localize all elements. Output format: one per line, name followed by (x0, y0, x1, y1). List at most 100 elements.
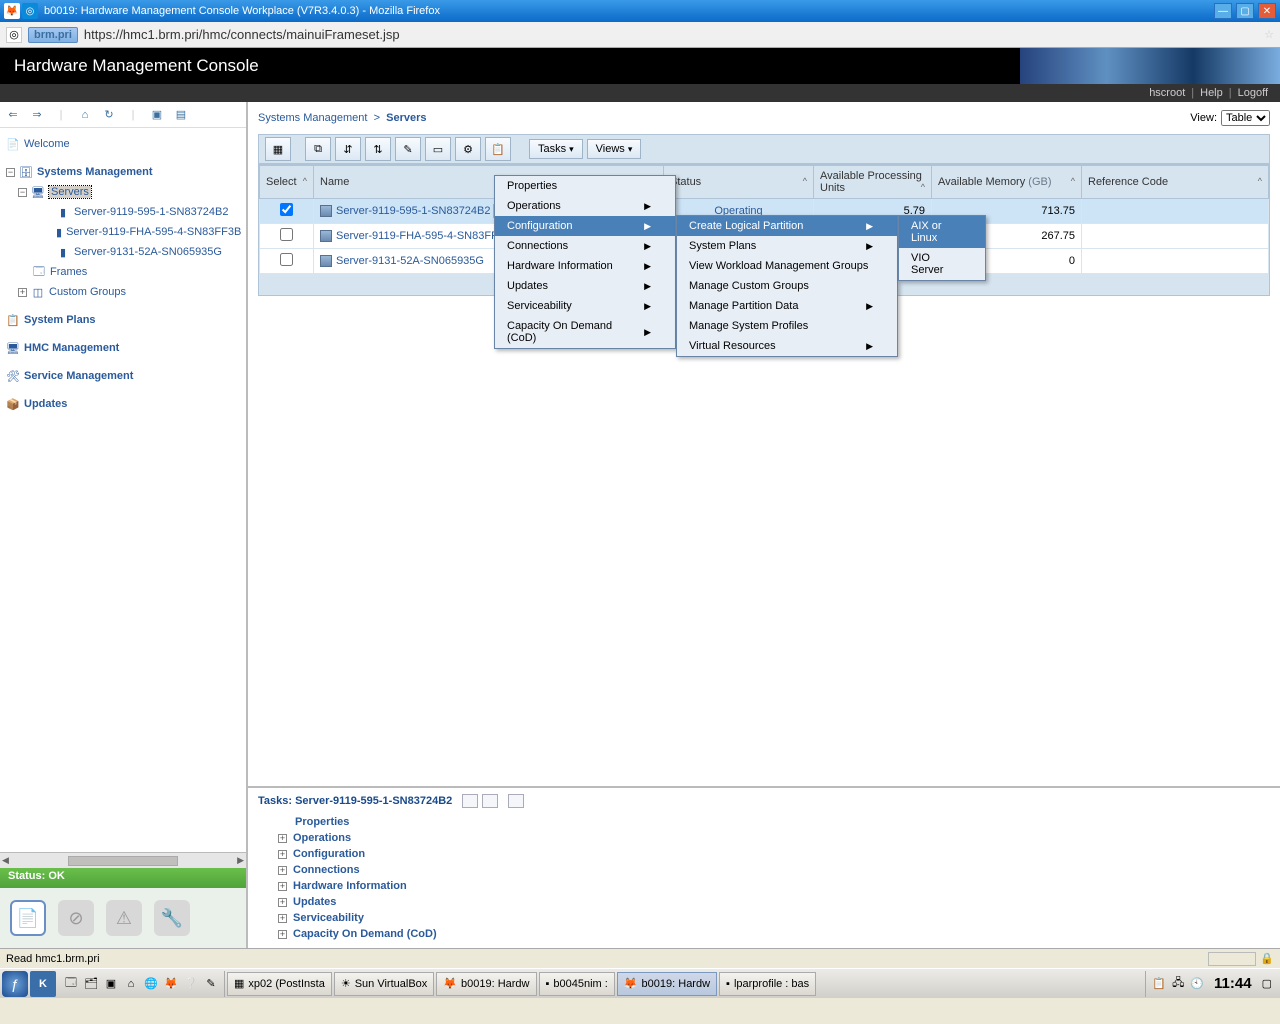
expand-icon[interactable]: + (278, 834, 287, 843)
status-error-icon[interactable]: ⊘ (58, 900, 94, 936)
nav-home-icon[interactable]: ⌂ (78, 109, 92, 121)
task-operations[interactable]: +Operations (278, 830, 1270, 846)
maximize-button[interactable]: ▢ (1236, 3, 1254, 19)
tray-klipper-icon[interactable]: 📋 (1152, 977, 1166, 990)
taskbar-item[interactable]: ▪b0045nim : (539, 972, 615, 996)
menu-create-logical-partition[interactable]: Create Logical Partition▶ (677, 216, 897, 236)
task-updates[interactable]: +Updates (278, 894, 1270, 910)
row-checkbox[interactable] (280, 228, 293, 241)
nav-updates[interactable]: 📦Updates (4, 394, 242, 414)
tasks-tb1[interactable] (462, 794, 478, 808)
menu-view-workload-groups[interactable]: View Workload Management Groups (677, 256, 897, 276)
task-serviceability[interactable]: +Serviceability (278, 910, 1270, 926)
nav-refresh-icon[interactable]: ↻ (102, 108, 116, 121)
ql-help-icon[interactable]: ❔ (182, 975, 200, 993)
menu-system-plans[interactable]: System Plans▶ (677, 236, 897, 256)
col-status[interactable]: Status^ (664, 166, 814, 199)
menu-operations[interactable]: Operations▶ (495, 196, 675, 216)
menu-vio-server[interactable]: VIO Server (899, 248, 985, 280)
nav-custom-groups[interactable]: +◫Custom Groups (4, 282, 242, 302)
ql-desktop-icon[interactable]: 🗔 (62, 975, 80, 993)
url-text[interactable]: https://hmc1.brm.pri/hmc/connects/mainui… (84, 27, 1258, 42)
nav-scrollbar[interactable]: ◀▶ (0, 852, 246, 868)
menu-virtual-resources[interactable]: Virtual Resources▶ (677, 336, 897, 356)
nav-hmc-management[interactable]: 🖥HMC Management (4, 338, 242, 358)
menu-updates[interactable]: Updates▶ (495, 276, 675, 296)
tray-desktop-icon[interactable]: ▢ (1262, 977, 1272, 990)
logoff-link[interactable]: Logoff (1238, 87, 1268, 99)
ql-home-icon[interactable]: ⌂ (122, 975, 140, 993)
col-ref[interactable]: Reference Code^ (1082, 166, 1269, 199)
tray-network-icon[interactable]: 🖧 (1172, 974, 1184, 993)
tb-select-all[interactable]: ▦ (265, 137, 291, 161)
views-button[interactable]: Views (587, 139, 642, 159)
taskbar-item[interactable]: ▪lparprofile : bas (719, 972, 816, 996)
col-mem[interactable]: Available Memory (GB)^ (932, 166, 1082, 199)
menu-manage-system-profiles[interactable]: Manage System Profiles (677, 316, 897, 336)
menu-manage-custom-groups[interactable]: Manage Custom Groups (677, 276, 897, 296)
minimize-button[interactable]: — (1214, 3, 1232, 19)
tasks-tb2[interactable] (482, 794, 498, 808)
tb-sort[interactable]: ⇅ (365, 137, 391, 161)
ql-web-icon[interactable]: 🌐 (142, 975, 160, 993)
task-properties[interactable]: Properties (278, 814, 1270, 830)
col-proc[interactable]: Available Processing Units^ (814, 166, 932, 199)
menu-manage-partition-data[interactable]: Manage Partition Data▶ (677, 296, 897, 316)
status-tool-icon[interactable]: 🔧 (154, 900, 190, 936)
taskbar-item[interactable]: ☀Sun VirtualBox (334, 972, 434, 996)
menu-hardware-information[interactable]: Hardware Information▶ (495, 256, 675, 276)
expand-icon[interactable]: + (278, 882, 287, 891)
expand-icon[interactable]: + (278, 930, 287, 939)
clock[interactable]: 11:44 (1210, 975, 1256, 992)
nav-welcome[interactable]: 📄Welcome (4, 134, 242, 154)
tb-clipboard[interactable]: 📋 (485, 137, 511, 161)
task-hardware-information[interactable]: +Hardware Information (278, 878, 1270, 894)
ql-term-icon[interactable]: ▣ (102, 975, 120, 993)
collapse-icon[interactable]: − (6, 168, 15, 177)
taskbar-item[interactable]: ▦xp02 (PostInsta (227, 972, 332, 996)
status-warning-icon[interactable]: ⚠ (106, 900, 142, 936)
menu-aix-or-linux[interactable]: AIX or Linux (899, 216, 985, 248)
row-checkbox[interactable] (280, 253, 293, 266)
bookmark-star-icon[interactable]: ☆ (1264, 28, 1274, 41)
breadcrumb-link[interactable]: Systems Management (258, 112, 367, 124)
task-capacity-on-demand[interactable]: +Capacity On Demand (CoD) (278, 926, 1270, 942)
nav-server-3[interactable]: ▮Server-9131-52A-SN065935G (4, 242, 242, 262)
expand-icon[interactable]: + (278, 914, 287, 923)
view-select[interactable]: Table (1221, 110, 1270, 126)
ql-edit-icon[interactable]: ✎ (202, 975, 220, 993)
nav-service-management[interactable]: 🛠Service Management (4, 366, 242, 386)
status-doc-icon[interactable]: 📄 (10, 900, 46, 936)
nav-back-icon[interactable]: ⇐ (6, 108, 20, 121)
close-button[interactable]: ✕ (1258, 3, 1276, 19)
nav-server-1[interactable]: ▮Server-9119-595-1-SN83724B2 (4, 202, 242, 222)
menu-capacity-on-demand[interactable]: Capacity On Demand (CoD)▶ (495, 316, 675, 348)
start-button[interactable]: ƒ (2, 971, 28, 997)
ql-firefox-icon[interactable]: 🦊 (162, 975, 180, 993)
tb-edit[interactable]: ✎ (395, 137, 421, 161)
row-checkbox[interactable] (280, 203, 293, 216)
nav-system-plans[interactable]: 📋System Plans (4, 310, 242, 330)
tasks-button[interactable]: Tasks (529, 139, 583, 159)
help-link[interactable]: Help (1200, 87, 1223, 99)
tb-filter[interactable]: ▭ (425, 137, 451, 161)
nav-expand-icon[interactable]: ▣ (150, 108, 164, 121)
expand-icon[interactable]: + (278, 866, 287, 875)
nav-server-2[interactable]: ▮Server-9119-FHA-595-4-SN83FF3B (4, 222, 242, 242)
menu-properties[interactable]: Properties (495, 176, 675, 196)
menu-serviceability[interactable]: Serviceability▶ (495, 296, 675, 316)
taskbar-item[interactable]: 🦊b0019: Hardw (436, 972, 536, 996)
ql-files-icon[interactable]: 🗂 (82, 975, 100, 993)
menu-connections[interactable]: Connections▶ (495, 236, 675, 256)
nav-collapse-icon[interactable]: ▤ (174, 108, 188, 121)
nav-systems-management[interactable]: −🗄Systems Management (4, 162, 242, 182)
expand-icon[interactable]: + (18, 288, 27, 297)
taskbar-item-active[interactable]: 🦊b0019: Hardw (617, 972, 717, 996)
task-connections[interactable]: +Connections (278, 862, 1270, 878)
kde-button[interactable]: K (30, 971, 56, 997)
col-select[interactable]: Select^ (260, 166, 314, 199)
tb-paste[interactable]: ⇵ (335, 137, 361, 161)
nav-servers[interactable]: −🖥Servers (4, 182, 242, 202)
nav-forward-icon[interactable]: ⇒ (30, 108, 44, 121)
tb-settings[interactable]: ⚙ (455, 137, 481, 161)
